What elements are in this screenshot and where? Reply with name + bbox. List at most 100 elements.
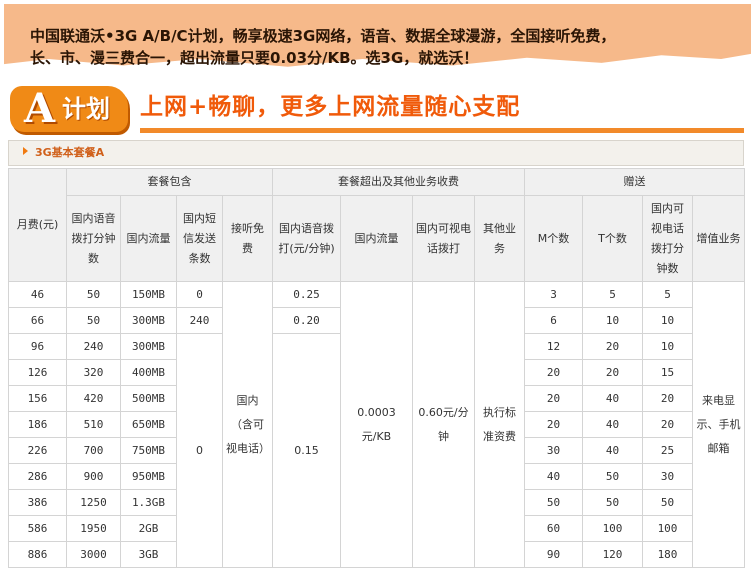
table-header: 月费(元) 套餐包含 套餐超出及其他业务收费 赠送 国内语音拨打分钟数 国内流量…	[8, 168, 745, 282]
cell-m: 30	[524, 437, 583, 464]
cell-fee: 886	[8, 541, 67, 568]
cell-data: 300MB	[120, 307, 177, 334]
cell-m: 20	[524, 359, 583, 386]
header-sms: 国内短信发送条数	[176, 195, 223, 282]
cell-data: 650MB	[120, 411, 177, 438]
header-t-count: T个数	[582, 195, 643, 282]
cell-fee: 126	[8, 359, 67, 386]
banner-line-2: 长、市、漫三费合一，超出流量只要0.03分/KB。选3G，就选沃！	[30, 49, 479, 67]
cell-voice: 50	[66, 307, 121, 334]
section-bar: 3G基本套餐A	[8, 140, 744, 166]
section-title: 3G基本套餐A	[35, 146, 105, 159]
banner-line-1: 中国联通沃•3G A/B/C计划，畅享极速3G网络，语音、数据全球漫游，全国接听…	[30, 27, 616, 45]
cell-t: 5	[582, 281, 643, 308]
cell-fee: 96	[8, 333, 67, 360]
header-voice-minutes: 国内语音拨打分钟数	[66, 195, 121, 282]
cell-other: 执行标准资费	[474, 281, 525, 568]
cell-m: 40	[524, 463, 583, 490]
cell-video: 50	[642, 489, 693, 516]
cell-t: 40	[582, 385, 643, 412]
cell-m: 3	[524, 281, 583, 308]
header-monthly-fee: 月费(元)	[8, 168, 67, 282]
header-video-call: 国内可视电话拨打	[412, 195, 475, 282]
cell-t: 20	[582, 359, 643, 386]
logo-word: 计划	[62, 95, 110, 123]
cell-video: 20	[642, 411, 693, 438]
cell-m: 60	[524, 515, 583, 542]
cell-value-added: 来电显示、手机邮箱	[692, 281, 745, 568]
header-gift: 赠送	[524, 168, 745, 196]
cell-video: 100	[642, 515, 693, 542]
cell-voice: 420	[66, 385, 121, 412]
headline-divider	[140, 128, 744, 133]
cell-t: 50	[582, 489, 643, 516]
cell-voice: 50	[66, 281, 121, 308]
cell-receive-free: 国内（含可视电话）	[222, 281, 273, 568]
cell-fee: 226	[8, 437, 67, 464]
cell-sms: 240	[176, 307, 223, 334]
section-arrow-icon	[23, 147, 28, 155]
cell-voice: 320	[66, 359, 121, 386]
cell-data: 2GB	[120, 515, 177, 542]
header-video-minutes: 国内可视电话拨打分钟数	[642, 195, 693, 282]
cell-t: 40	[582, 437, 643, 464]
cell-m: 20	[524, 385, 583, 412]
cell-t: 50	[582, 463, 643, 490]
cell-fee: 186	[8, 411, 67, 438]
cell-t: 100	[582, 515, 643, 542]
table-body: 46 50 150MB 0 国内（含可视电话） 0.25 0.0003元/KB …	[8, 281, 745, 568]
cell-data-rate: 0.0003元/KB	[340, 281, 413, 568]
cell-voice: 700	[66, 437, 121, 464]
cell-t: 40	[582, 411, 643, 438]
banner-text: 中国联通沃•3G A/B/C计划，畅享极速3G网络，语音、数据全球漫游，全国接听…	[30, 25, 730, 69]
cell-video: 10	[642, 333, 693, 360]
cell-voice: 510	[66, 411, 121, 438]
cell-video: 180	[642, 541, 693, 568]
header-receive-free: 接听免费	[222, 195, 273, 282]
cell-data: 500MB	[120, 385, 177, 412]
cell-m: 90	[524, 541, 583, 568]
cell-fee: 46	[8, 281, 67, 308]
cell-m: 50	[524, 489, 583, 516]
cell-voice-rate: 0.20	[272, 307, 341, 334]
cell-voice: 3000	[66, 541, 121, 568]
cell-data: 150MB	[120, 281, 177, 308]
cell-sms: 0	[176, 333, 223, 568]
cell-sms: 0	[176, 281, 223, 308]
plan-headline: 上网+畅聊，更多上网流量随心支配	[140, 94, 521, 120]
cell-video: 25	[642, 437, 693, 464]
cell-m: 20	[524, 411, 583, 438]
cell-m: 6	[524, 307, 583, 334]
cell-video: 10	[642, 307, 693, 334]
cell-voice-rate: 0.15	[272, 333, 341, 568]
header-data-rate: 国内流量	[340, 195, 413, 282]
cell-fee: 286	[8, 463, 67, 490]
header-overage: 套餐超出及其他业务收费	[272, 168, 525, 196]
header-other: 其他业务	[474, 195, 525, 282]
header-data: 国内流量	[120, 195, 177, 282]
cell-data: 750MB	[120, 437, 177, 464]
cell-voice-rate: 0.25	[272, 281, 341, 308]
cell-data: 950MB	[120, 463, 177, 490]
cell-fee: 586	[8, 515, 67, 542]
cell-fee: 156	[8, 385, 67, 412]
cell-voice: 240	[66, 333, 121, 360]
cell-voice: 1950	[66, 515, 121, 542]
cell-m: 12	[524, 333, 583, 360]
header-included: 套餐包含	[66, 168, 273, 196]
cell-voice: 900	[66, 463, 121, 490]
cell-data: 400MB	[120, 359, 177, 386]
header-value-added: 增值业务	[692, 195, 745, 282]
cell-data: 300MB	[120, 333, 177, 360]
cell-video-call-rate: 0.60元/分钟	[412, 281, 475, 568]
cell-voice: 1250	[66, 489, 121, 516]
cell-video: 5	[642, 281, 693, 308]
cell-t: 20	[582, 333, 643, 360]
cell-fee: 66	[8, 307, 67, 334]
table-row: 46 50 150MB 0 国内（含可视电话） 0.25 0.0003元/KB …	[8, 281, 745, 568]
cell-video: 30	[642, 463, 693, 490]
cell-video: 15	[642, 359, 693, 386]
header-voice-rate: 国内语音拨打(元/分钟)	[272, 195, 341, 282]
cell-t: 120	[582, 541, 643, 568]
plan-a-logo: A 计划	[10, 86, 128, 132]
